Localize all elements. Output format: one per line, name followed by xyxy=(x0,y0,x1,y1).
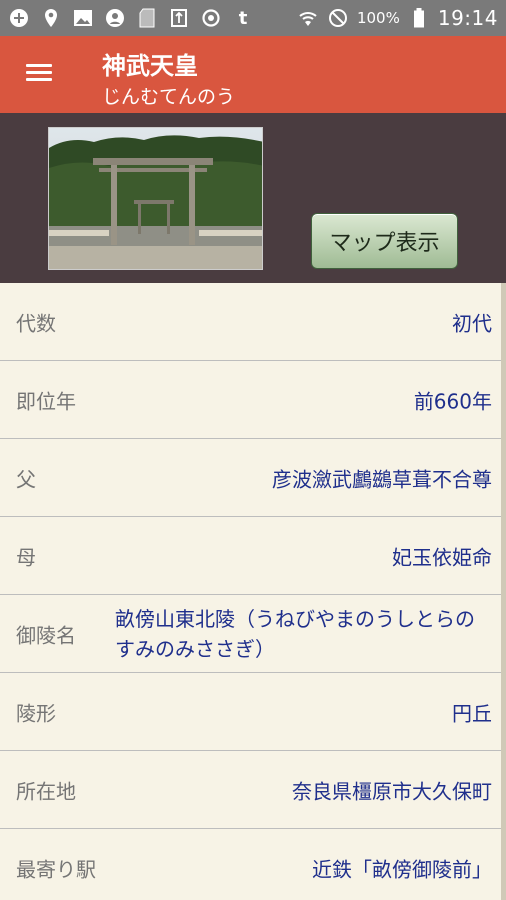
detail-row-accession-year: 即位年 前660年 xyxy=(0,361,506,439)
menu-icon-bar xyxy=(26,78,52,81)
battery-percent: 100% xyxy=(356,9,400,27)
row-label: 代数 xyxy=(16,311,56,335)
detail-row-tomb-shape: 陵形 円丘 xyxy=(0,673,506,751)
detail-row-father: 父 彦波瀲武鸕鷀草葺不合尊 xyxy=(0,439,506,517)
row-value: 前660年 xyxy=(413,389,492,413)
sd-card-icon xyxy=(136,7,158,29)
row-value: 奈良県橿原市大久保町 xyxy=(292,779,492,803)
row-label: 所在地 xyxy=(16,779,76,803)
hero-section: マップ表示 xyxy=(0,113,506,283)
menu-icon xyxy=(26,64,52,67)
map-view-button[interactable]: マップ表示 xyxy=(311,213,458,269)
row-value: 円丘 xyxy=(452,701,492,725)
location-pin-icon xyxy=(40,7,62,29)
wifi-icon xyxy=(297,7,319,29)
do-not-disturb-icon xyxy=(327,7,349,29)
detail-row-generation: 代数 初代 xyxy=(0,283,506,361)
image-icon xyxy=(72,7,94,29)
row-value: 畝傍山東北陵（うねびやまのうしとらのすみのみささぎ） xyxy=(115,606,475,661)
page-title: 神武天皇 xyxy=(102,52,198,80)
page-subtitle: じんむてんのう xyxy=(102,86,236,108)
row-label: 最寄り駅 xyxy=(16,857,96,881)
row-value: 近鉄「畝傍御陵前」 xyxy=(312,857,492,881)
row-label: 父 xyxy=(16,467,36,491)
sync-icon xyxy=(200,7,222,29)
row-label: 御陵名 xyxy=(16,623,76,647)
refresh-user-icon xyxy=(104,7,126,29)
add-circle-icon xyxy=(8,7,30,29)
row-label: 陵形 xyxy=(16,701,56,725)
row-label: 母 xyxy=(16,545,36,569)
scroll-indicator[interactable] xyxy=(501,283,506,900)
clock: 19:14 xyxy=(437,6,498,30)
usb-icon xyxy=(168,7,190,29)
detail-row-mausoleum-name: 御陵名 畝傍山東北陵（うねびやまのうしとらのすみのみささぎ） xyxy=(0,595,506,673)
menu-button[interactable] xyxy=(22,60,56,90)
row-value: 彦波瀲武鸕鷀草葺不合尊 xyxy=(272,467,492,491)
detail-row-mother: 母 妃玉依姫命 xyxy=(0,517,506,595)
battery-icon xyxy=(408,7,430,29)
row-value: 初代 xyxy=(452,311,492,335)
row-label: 即位年 xyxy=(16,389,76,413)
detail-list: 代数 初代 即位年 前660年 父 彦波瀲武鸕鷀草葺不合尊 母 妃玉依姫命 御陵… xyxy=(0,283,506,900)
mausoleum-photo xyxy=(48,127,263,270)
detail-row-nearest-station: 最寄り駅 近鉄「畝傍御陵前」 xyxy=(0,829,506,900)
status-bar: t 100% 19:14 xyxy=(0,0,506,36)
row-value: 妃玉依姫命 xyxy=(392,545,492,569)
app-bar: 神武天皇 じんむてんのう xyxy=(0,36,506,113)
menu-icon-bar xyxy=(26,71,52,74)
detail-row-location: 所在地 奈良県橿原市大久保町 xyxy=(0,751,506,829)
tumblr-icon: t xyxy=(238,7,248,29)
